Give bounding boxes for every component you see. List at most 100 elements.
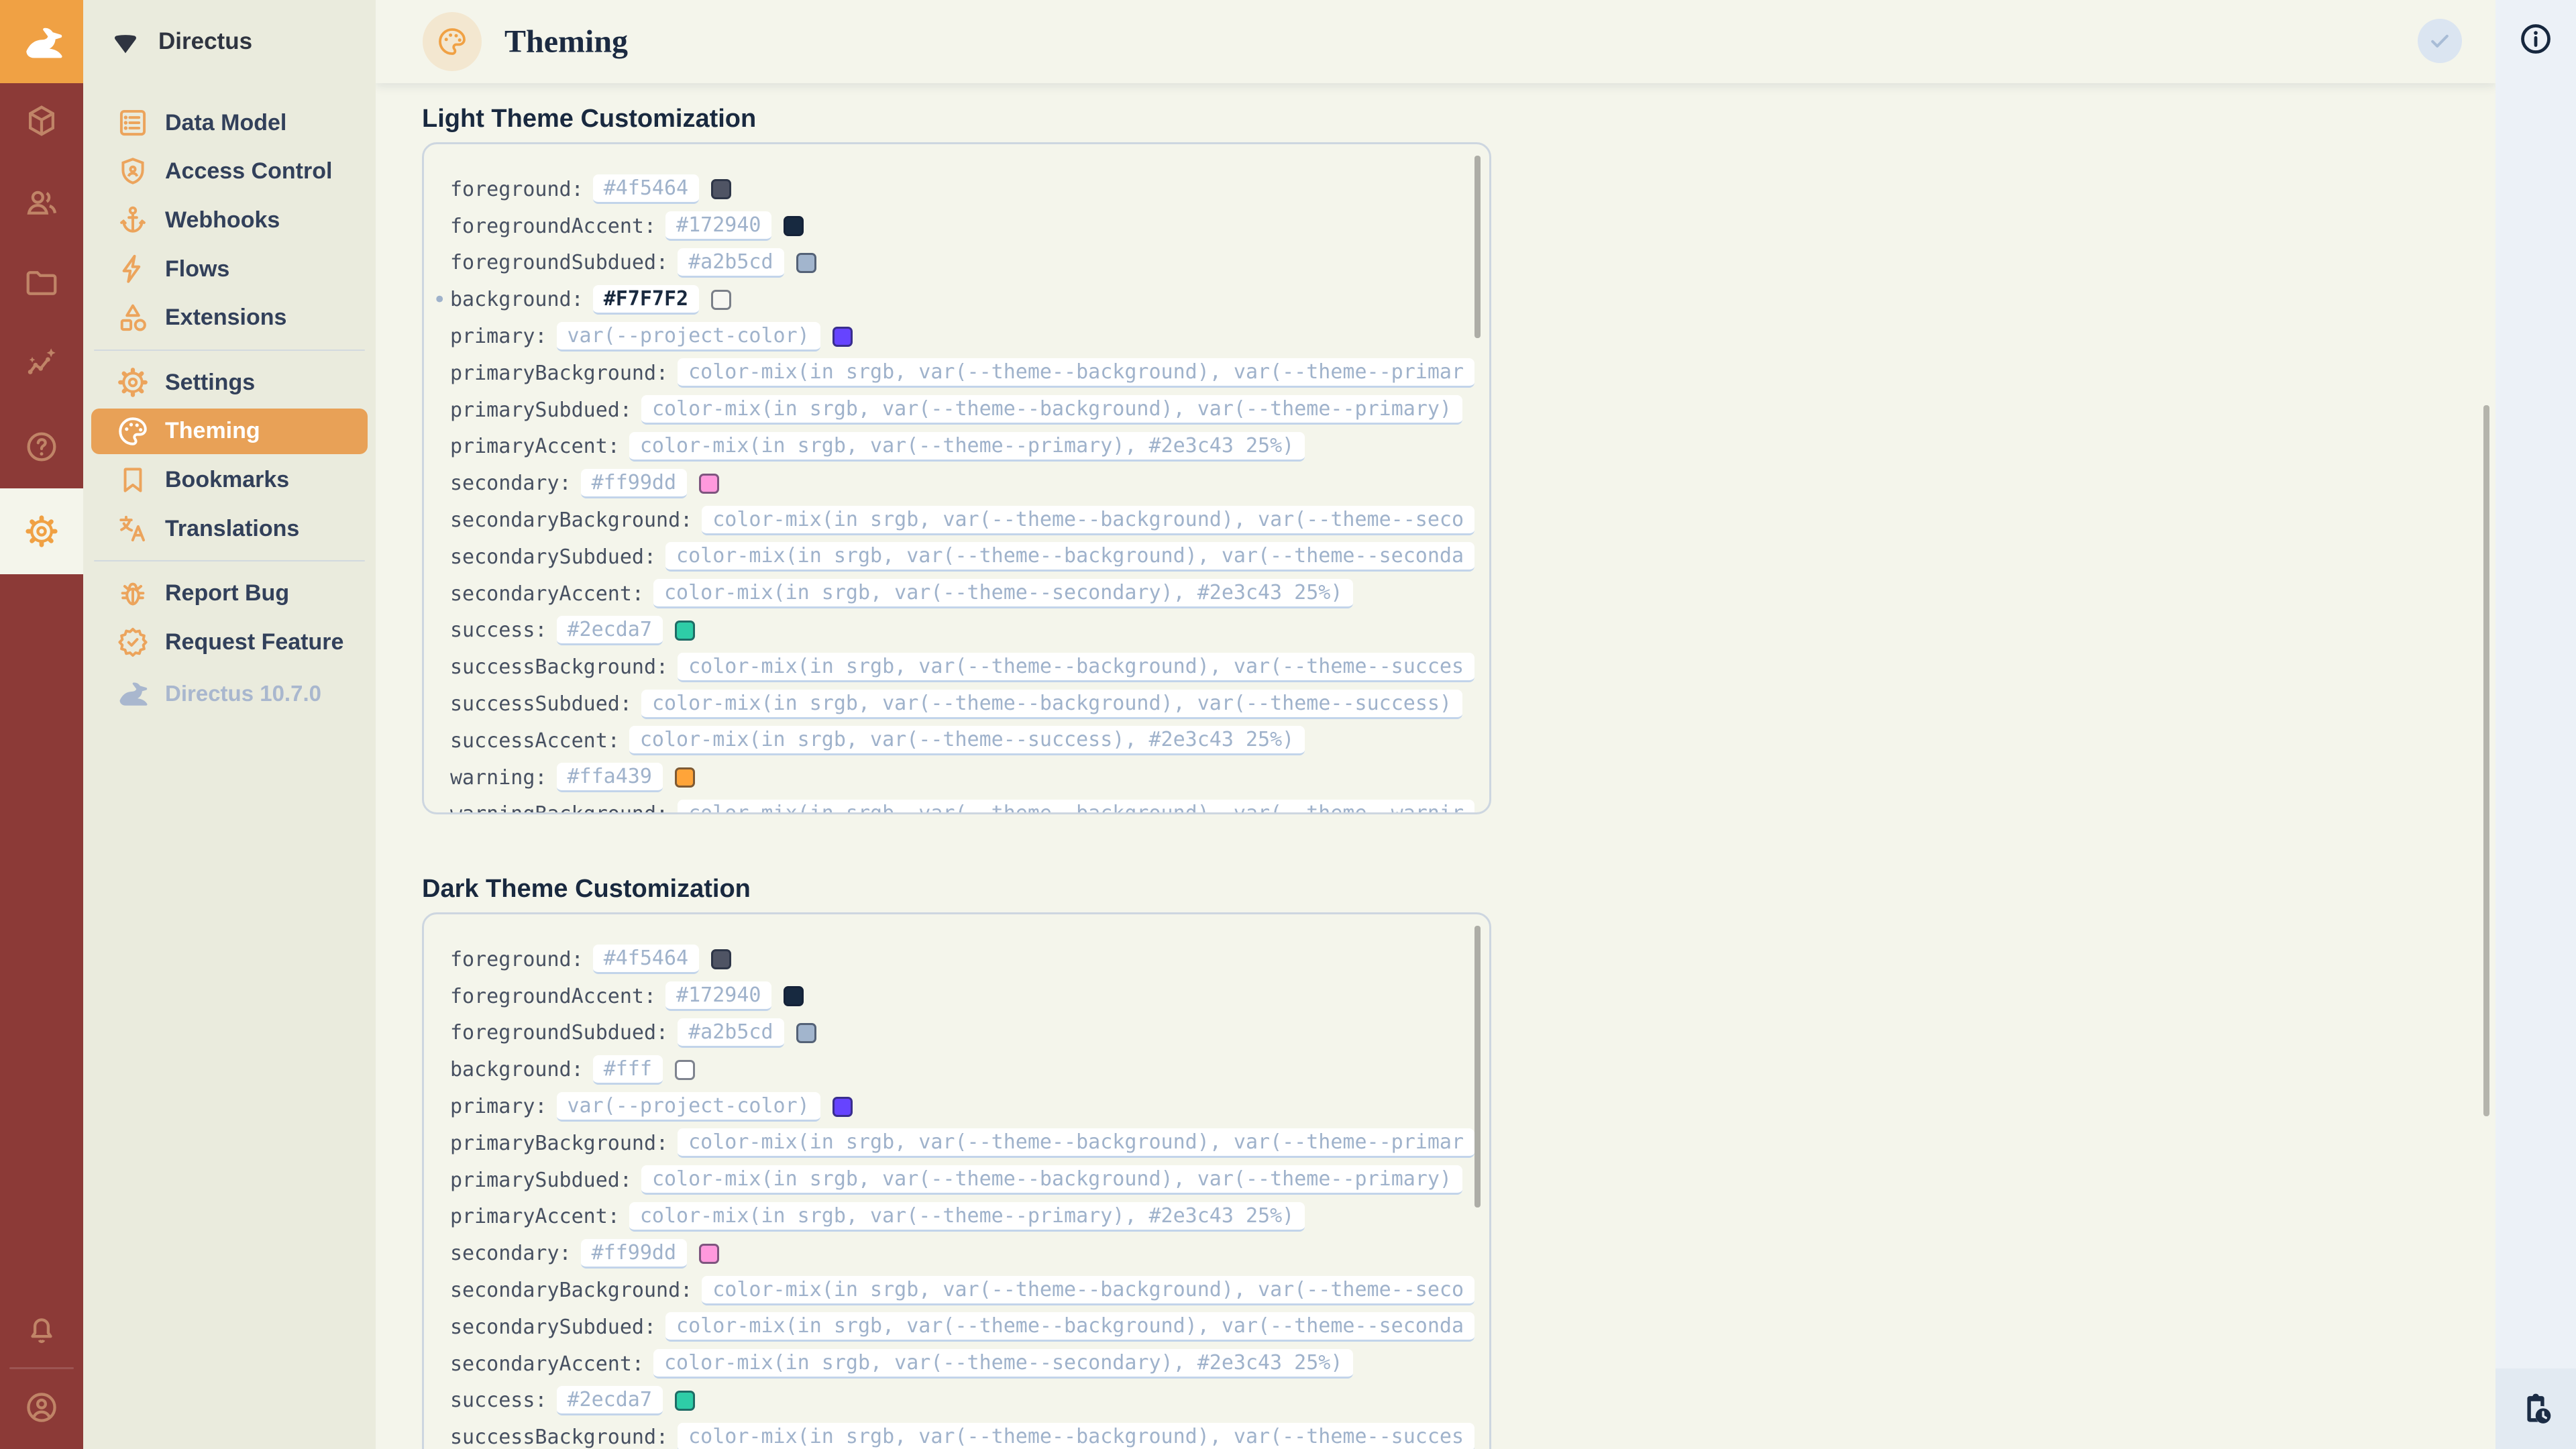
sidebar-item-access-control[interactable]: Access Control [91, 149, 368, 195]
rule-value-input[interactable]: var(--project-color) [557, 1092, 820, 1122]
rule-key: foregroundAccent: [450, 215, 656, 238]
sidebar-item-request-feature[interactable]: Request Feature [91, 619, 368, 665]
main-scrollbar[interactable] [2483, 405, 2489, 1116]
bolt-icon [116, 252, 150, 286]
block-scrollbar[interactable] [1474, 926, 1481, 1208]
sidebar-item-data-model[interactable]: Data Model [91, 100, 368, 146]
rule-value-input[interactable]: color-mix(in srgb, var(--theme--backgrou… [678, 653, 1474, 682]
module-button-insights[interactable] [0, 328, 83, 398]
color-swatch[interactable] [675, 1060, 695, 1080]
theme-rule-row: foreground: #4f5464 [450, 171, 1489, 208]
sidebar-item-bookmarks[interactable]: Bookmarks [91, 457, 368, 503]
sidebar-item-translations[interactable]: Translations [91, 506, 368, 552]
rule-value-input[interactable]: color-mix(in srgb, var(--theme--backgrou… [641, 690, 1462, 719]
rule-value-input[interactable]: #F7F7F2 [593, 285, 699, 315]
rule-key: secondaryAccent: [450, 1352, 644, 1376]
color-swatch[interactable] [833, 327, 853, 347]
color-swatch[interactable] [784, 216, 804, 236]
settings-icon [23, 513, 60, 549]
sidebar-item-webhooks[interactable]: Webhooks [91, 197, 368, 244]
check-icon [2426, 28, 2453, 54]
rule-value-input[interactable]: #4f5464 [593, 174, 699, 204]
rule-value-input[interactable]: color-mix(in srgb, var(--theme--backgrou… [702, 1276, 1474, 1305]
sidebar-item-flows[interactable]: Flows [91, 246, 368, 292]
module-button-bell[interactable] [0, 1293, 83, 1363]
module-button-cube[interactable] [0, 86, 83, 156]
theme-editor-dark[interactable]: foreground:#4f5464foregroundAccent:#1729… [422, 912, 1491, 1449]
module-button-help[interactable] [0, 412, 83, 482]
nav-divider [94, 560, 365, 561]
color-swatch[interactable] [699, 474, 719, 494]
rule-value-input[interactable]: #2ecda7 [557, 616, 663, 645]
rule-value-input[interactable]: #ff99dd [581, 1239, 687, 1269]
rule-key: success: [450, 619, 547, 642]
color-swatch[interactable] [796, 253, 816, 273]
module-button-users[interactable] [0, 167, 83, 237]
rule-value-input[interactable]: #a2b5cd [678, 1018, 784, 1048]
rule-value-input[interactable]: color-mix(in srgb, var(--theme--secondar… [653, 579, 1353, 608]
rule-value-input[interactable]: color-mix(in srgb, var(--theme--primary)… [629, 432, 1305, 462]
rule-value-input[interactable]: color-mix(in srgb, var(--theme--backgrou… [702, 506, 1474, 535]
rule-value-input[interactable]: #fff [593, 1055, 663, 1085]
section-title: Dark Theme Customization [422, 875, 751, 904]
clipboard-clock-icon [2518, 1391, 2554, 1427]
revisions-button[interactable] [2496, 1368, 2576, 1449]
project-name: Directus [158, 28, 252, 55]
sidebar-item-extensions[interactable]: Extensions [91, 294, 368, 341]
module-button-folder[interactable] [0, 248, 83, 318]
rule-value-input[interactable]: #ff99dd [581, 469, 687, 498]
rule-key: primary: [450, 325, 547, 348]
rule-value-input[interactable]: #a2b5cd [678, 248, 784, 278]
rule-value-input[interactable]: #172940 [665, 981, 771, 1011]
rule-key: background: [450, 1058, 584, 1081]
rule-value-input[interactable]: color-mix(in srgb, var(--theme--backgrou… [678, 800, 1474, 814]
info-button[interactable] [2518, 21, 2553, 56]
color-swatch[interactable] [699, 1244, 719, 1264]
rule-value-input[interactable]: color-mix(in srgb, var(--theme--success)… [629, 726, 1305, 755]
color-swatch[interactable] [711, 949, 731, 969]
rule-value-input[interactable]: #ffa439 [557, 763, 663, 792]
color-swatch[interactable] [675, 1391, 695, 1411]
rule-value-input[interactable]: color-mix(in srgb, var(--theme--backgrou… [641, 395, 1462, 425]
gear-icon [116, 366, 150, 399]
rule-value-input[interactable]: color-mix(in srgb, var(--theme--backgrou… [665, 1312, 1474, 1342]
rule-value-input[interactable]: color-mix(in srgb, var(--theme--backgrou… [678, 1423, 1474, 1449]
rule-value-input[interactable]: color-mix(in srgb, var(--theme--backgrou… [678, 1128, 1474, 1158]
rule-key: primaryAccent: [450, 1205, 620, 1228]
theme-rule-row: successAccent:color-mix(in srgb, var(--t… [450, 722, 1489, 759]
rule-value-input[interactable]: var(--project-color) [557, 322, 820, 352]
save-button[interactable] [2418, 19, 2462, 63]
rule-value-input[interactable]: color-mix(in srgb, var(--theme--secondar… [653, 1349, 1353, 1379]
sidebar-item-theming[interactable]: Theming [91, 409, 368, 455]
color-swatch[interactable] [711, 290, 731, 310]
rule-value-input[interactable]: color-mix(in srgb, var(--theme--backgrou… [665, 542, 1474, 572]
directus-logo[interactable] [0, 0, 83, 83]
rule-value-input[interactable]: color-mix(in srgb, var(--theme--backgrou… [678, 358, 1474, 388]
rule-value-input[interactable]: #172940 [665, 211, 771, 241]
theme-editor-light[interactable]: foreground: #4f5464 foregroundAccent: #1729… [422, 142, 1491, 814]
page-icon-badge [423, 12, 482, 71]
color-swatch[interactable] [833, 1097, 853, 1117]
rule-key: warningBackground: [450, 802, 668, 814]
rule-value-input[interactable]: color-mix(in srgb, var(--theme--primary)… [629, 1202, 1305, 1232]
rule-key: secondaryAccent: [450, 582, 644, 606]
module-button-settings[interactable] [0, 488, 83, 574]
color-swatch[interactable] [784, 986, 804, 1006]
rule-value-input[interactable]: #2ecda7 [557, 1386, 663, 1415]
sidebar-item-settings[interactable]: Settings [91, 360, 368, 406]
module-button-account[interactable] [0, 1373, 83, 1442]
block-scrollbar[interactable] [1474, 156, 1481, 338]
project-switcher[interactable]: Directus [83, 0, 376, 83]
color-swatch[interactable] [675, 767, 695, 788]
module-bar-divider [9, 1367, 74, 1369]
color-swatch[interactable] [796, 1023, 816, 1043]
sidebar-item-report-bug[interactable]: Report Bug [91, 570, 368, 616]
color-swatch[interactable] [675, 621, 695, 641]
palette-icon [116, 415, 150, 448]
rule-key: primaryAccent: [450, 435, 620, 458]
color-swatch[interactable] [711, 179, 731, 199]
rule-key: secondarySubdued: [450, 545, 656, 569]
rule-value-input[interactable]: color-mix(in srgb, var(--theme--backgrou… [641, 1165, 1462, 1195]
rule-value-input[interactable]: #4f5464 [593, 945, 699, 974]
rule-key: foreground: [450, 178, 584, 201]
